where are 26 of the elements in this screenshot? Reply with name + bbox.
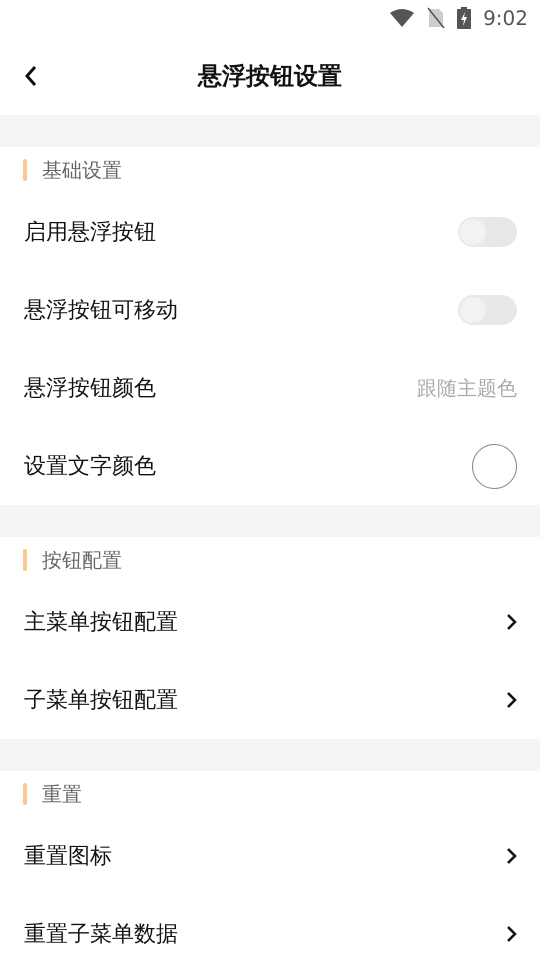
status-time: 9:02	[483, 5, 528, 32]
setting-label: 子菜单按钮配置	[24, 686, 178, 714]
chevron-left-icon	[24, 65, 38, 87]
setting-label: 悬浮按钮可移动	[24, 296, 178, 324]
chevron-right-icon[interactable]	[505, 691, 517, 709]
setting-label: 重置图标	[24, 842, 112, 870]
section-accent-bar	[23, 783, 27, 805]
no-sim-icon	[427, 7, 446, 29]
section-title: 基础设置	[42, 157, 122, 184]
setting-label: 主菜单按钮配置	[24, 608, 178, 636]
setting-label: 启用悬浮按钮	[24, 218, 156, 246]
section-accent-bar	[23, 159, 27, 181]
setting-value[interactable]: 跟随主题色	[417, 373, 517, 403]
setting-label: 悬浮按钮颜色	[24, 374, 156, 402]
color-swatch[interactable]	[472, 444, 517, 488]
battery-charging-icon	[457, 7, 472, 29]
page-title: 悬浮按钮设置	[198, 60, 342, 92]
section-title: 重置	[42, 781, 82, 808]
setting-label: 设置文字颜色	[24, 452, 156, 480]
setting-label: 重置子菜单数据	[24, 920, 178, 948]
chevron-right-icon[interactable]	[505, 847, 517, 865]
wifi-icon	[389, 8, 416, 28]
section-title: 按钮配置	[42, 547, 122, 574]
chevron-right-icon[interactable]	[505, 613, 517, 631]
chevron-right-icon[interactable]	[505, 925, 517, 943]
section-accent-bar	[23, 549, 27, 571]
